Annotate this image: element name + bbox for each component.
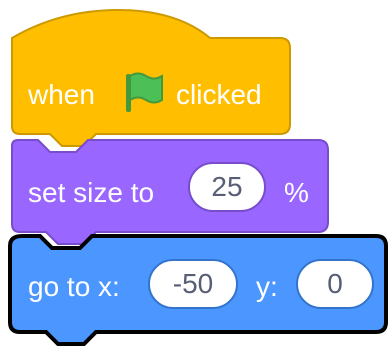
when-label: when xyxy=(28,79,95,110)
scratch-script-canvas: when clicked set size to 25 % go to x: -… xyxy=(0,0,388,349)
y-label: y: xyxy=(256,271,278,302)
percent-label: % xyxy=(284,177,309,208)
green-flag-icon xyxy=(126,72,163,112)
set-size-label: set size to xyxy=(28,177,155,208)
clicked-label: clicked xyxy=(176,79,262,110)
size-value-input[interactable]: 25 xyxy=(188,162,266,212)
go-to-x-label: go to x: xyxy=(28,271,120,302)
y-value-input[interactable]: 0 xyxy=(296,259,374,309)
x-value-input[interactable]: -50 xyxy=(148,259,238,309)
